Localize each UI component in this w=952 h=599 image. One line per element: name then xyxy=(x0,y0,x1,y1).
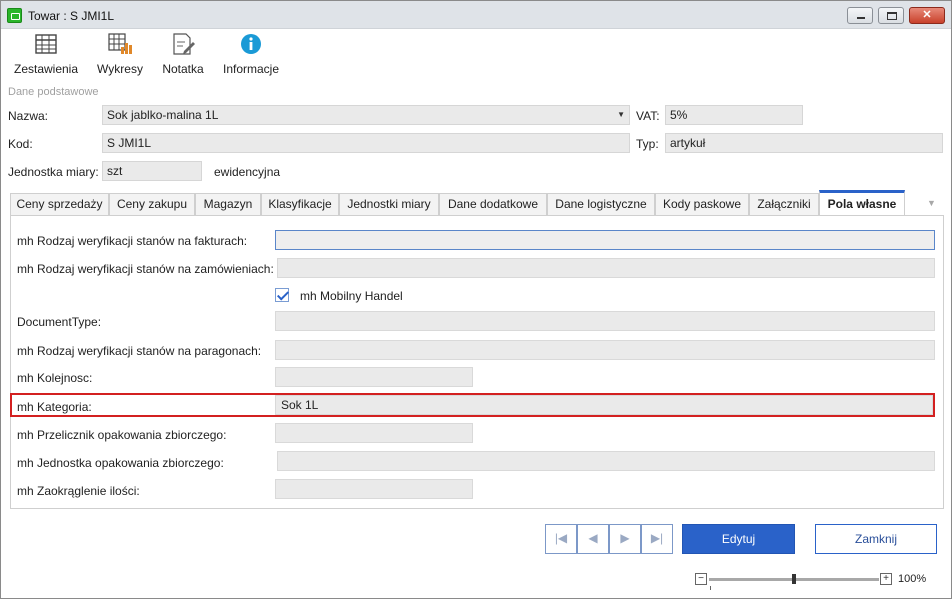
field-input-fakturach[interactable] xyxy=(275,230,935,250)
name-label: Nazwa: xyxy=(8,109,49,123)
field-input-jednostka-opakowania[interactable] xyxy=(277,451,935,471)
field-label-documenttype: DocumentType: xyxy=(17,315,102,329)
field-input-kategoria[interactable]: Sok 1L xyxy=(275,395,933,415)
tab-dane-logistyczne[interactable]: Dane logistyczne xyxy=(547,193,655,215)
field-label-zaokraglenie: mh Zaokrąglenie ilości: xyxy=(17,484,140,498)
field-label-paragonach: mh Rodzaj weryfikacji stanów na paragona… xyxy=(17,344,262,358)
chart-table-icon xyxy=(108,33,132,54)
tab-ceny-sprzedazy[interactable]: Ceny sprzedaży xyxy=(10,193,109,215)
previous-record-icon: ◀ xyxy=(588,531,598,545)
next-record-button[interactable]: ▶ xyxy=(609,524,641,554)
field-input-przelicznik[interactable] xyxy=(275,423,473,443)
field-label-kolejnosc: mh Kolejnosc: xyxy=(17,371,93,385)
toolbar-informacje-label: Informacje xyxy=(222,62,280,76)
tab-dane-dodatkowe[interactable]: Dane dodatkowe xyxy=(439,193,547,215)
field-label-jednostka-opakowania: mh Jednostka opakowania zbiorczego: xyxy=(17,456,224,470)
name-value: Sok jablko-malina 1L xyxy=(107,108,219,122)
field-input-zaokraglenie[interactable] xyxy=(275,479,473,499)
code-label: Kod: xyxy=(8,137,33,151)
minimize-icon xyxy=(857,17,865,19)
unit-value: szt xyxy=(107,164,123,178)
field-input-kolejnosc[interactable] xyxy=(275,367,473,387)
toolbar-zestawienia-label: Zestawienia xyxy=(13,62,79,76)
toolbar-informacje-button[interactable]: Informacje xyxy=(218,31,284,79)
last-record-icon: ▶| xyxy=(650,531,664,545)
unit-note: ewidencyjna xyxy=(214,165,281,179)
toolbar-wykresy-button[interactable]: Wykresy xyxy=(91,31,149,79)
product-window: Towar : S JMI1L ✕ Zestawienia Wykresy No… xyxy=(0,0,952,599)
field-input-zamowieniach[interactable] xyxy=(277,258,935,278)
name-combobox[interactable]: Sok jablko-malina 1L ▼ xyxy=(102,105,630,125)
field-label-przelicznik: mh Przelicznik opakowania zbiorczego: xyxy=(17,428,227,442)
field-input-documenttype[interactable] xyxy=(275,311,935,331)
zoom-slider-thumb[interactable] xyxy=(792,574,796,584)
close-button[interactable]: Zamknij xyxy=(815,524,937,554)
edit-button[interactable]: Edytuj xyxy=(682,524,795,554)
section-label-basic: Dane podstawowe xyxy=(8,86,99,98)
vat-label: VAT: xyxy=(636,109,660,123)
info-icon xyxy=(241,34,261,54)
tabs-overflow-icon[interactable]: ▼ xyxy=(927,198,936,208)
unit-field[interactable]: szt xyxy=(102,161,202,181)
tab-zalaczniki[interactable]: Załączniki xyxy=(749,193,819,215)
zoom-in-button[interactable]: + xyxy=(880,573,892,585)
close-icon: ✕ xyxy=(922,9,932,21)
zoom-slider-tick xyxy=(710,586,711,590)
close-window-button[interactable]: ✕ xyxy=(909,7,945,24)
vat-value: 5% xyxy=(670,108,688,122)
app-basket-icon xyxy=(7,8,22,23)
title-bar: Towar : S JMI1L ✕ xyxy=(1,1,951,29)
tab-klasyfikacje[interactable]: Klasyfikacje xyxy=(261,193,339,215)
note-icon xyxy=(173,33,195,55)
type-field[interactable]: artykuł xyxy=(665,133,943,153)
vat-field[interactable]: 5% xyxy=(665,105,803,125)
chevron-down-icon[interactable]: ▼ xyxy=(617,106,625,124)
zoom-out-button[interactable]: − xyxy=(695,573,707,585)
first-record-icon: |◀ xyxy=(554,531,568,545)
code-value: S JMI1L xyxy=(107,136,152,150)
tab-jednostki-miary[interactable]: Jednostki miary xyxy=(339,193,439,215)
field-label-zamowieniach: mh Rodzaj weryfikacji stanów na zamówien… xyxy=(17,262,274,276)
field-input-paragonach[interactable] xyxy=(275,340,935,360)
field-label-fakturach: mh Rodzaj weryfikacji stanów na fakturac… xyxy=(17,234,248,248)
first-record-button[interactable]: |◀ xyxy=(545,524,577,554)
table-icon xyxy=(35,34,57,54)
mobilny-handel-label: mh Mobilny Handel xyxy=(300,289,403,303)
tab-magazyn[interactable]: Magazyn xyxy=(195,193,261,215)
minimize-button[interactable] xyxy=(847,7,873,24)
field-label-kategoria: mh Kategoria: xyxy=(17,400,92,414)
toolbar-wykresy-label: Wykresy xyxy=(97,62,143,76)
last-record-button[interactable]: ▶| xyxy=(641,524,673,554)
tab-pola-wlasne[interactable]: Pola własne xyxy=(819,190,905,216)
toolbar-notatka-label: Notatka xyxy=(162,62,204,76)
zoom-level: 100% xyxy=(898,573,927,585)
toolbar-zestawienia-button[interactable]: Zestawienia xyxy=(9,31,83,79)
tab-ceny-zakupu[interactable]: Ceny zakupu xyxy=(109,193,195,215)
mobilny-handel-checkbox[interactable] xyxy=(275,288,289,302)
window-title: Towar : S JMI1L xyxy=(28,9,115,23)
previous-record-button[interactable]: ◀ xyxy=(577,524,609,554)
type-value: artykuł xyxy=(670,136,706,150)
toolbar-notatka-button[interactable]: Notatka xyxy=(157,31,209,79)
tab-strip: Ceny sprzedaży Ceny zakupu Magazyn Klasy… xyxy=(10,190,944,216)
type-label: Typ: xyxy=(636,137,659,151)
maximize-button[interactable] xyxy=(878,7,904,24)
tab-kody-paskowe[interactable]: Kody paskowe xyxy=(655,193,749,215)
maximize-icon xyxy=(887,12,897,20)
next-record-icon: ▶ xyxy=(620,531,630,545)
unit-label: Jednostka miary: xyxy=(8,165,99,179)
code-field[interactable]: S JMI1L xyxy=(102,133,630,153)
